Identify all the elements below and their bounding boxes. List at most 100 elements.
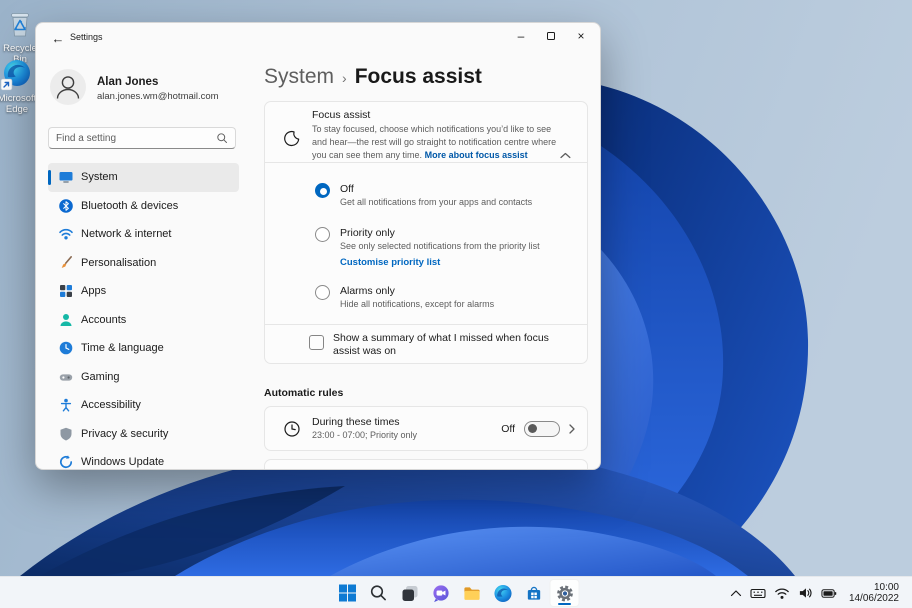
display-icon bbox=[59, 172, 73, 183]
edge-button[interactable] bbox=[488, 579, 518, 607]
sidebar-item-gaming[interactable]: Gaming bbox=[48, 363, 239, 392]
rule-during-these-times[interactable]: During these times 23:00 - 07:00; Priori… bbox=[264, 406, 588, 451]
option-label: Alarms only bbox=[340, 285, 395, 297]
taskbar-center-icons bbox=[333, 579, 580, 607]
shield-icon bbox=[60, 427, 72, 441]
search-icon bbox=[370, 585, 386, 601]
clock-icon bbox=[59, 341, 73, 355]
focus-assist-options: Off Get all notifications from your apps… bbox=[265, 162, 587, 324]
focus-assist-description: To stay focused, choose which notificati… bbox=[312, 123, 560, 161]
minimize-button[interactable]: – bbox=[506, 23, 536, 49]
desktop-icon-label: Microsoft Edge bbox=[0, 93, 37, 115]
focus-assist-title: Focus assist bbox=[312, 109, 371, 121]
taskbar-search-button[interactable] bbox=[364, 579, 394, 607]
maximize-button[interactable] bbox=[536, 23, 566, 49]
more-about-focus-assist-link[interactable]: More about focus assist bbox=[425, 150, 528, 160]
sidebar-item-network-internet[interactable]: Network & internet bbox=[48, 220, 239, 249]
sidebar-nav: System Bluetooth & devices Network & int… bbox=[48, 163, 239, 469]
chevron-up-icon[interactable] bbox=[730, 589, 742, 597]
apps-grid-icon bbox=[60, 285, 72, 298]
tray-date: 14/06/2022 bbox=[848, 593, 899, 604]
breadcrumb-parent[interactable]: System bbox=[264, 65, 334, 89]
chat-button[interactable] bbox=[426, 579, 456, 607]
moon-icon bbox=[284, 130, 300, 147]
avatar[interactable] bbox=[50, 69, 86, 105]
wifi-icon[interactable] bbox=[774, 587, 790, 600]
back-button[interactable]: ← bbox=[46, 27, 70, 49]
task-view-button[interactable] bbox=[395, 579, 425, 607]
clock-outline-icon bbox=[284, 420, 300, 437]
settings-button-active[interactable] bbox=[549, 579, 580, 607]
toggle-switch-off[interactable] bbox=[524, 420, 560, 437]
sidebar-item-label: Gaming bbox=[81, 370, 120, 383]
taskbar: 10:00 14/06/2022 bbox=[0, 576, 912, 608]
wifi-globe-icon bbox=[59, 229, 73, 240]
sidebar-item-label: Time & language bbox=[81, 342, 164, 355]
summary-checkbox-row[interactable]: Show a summary of what I missed when foc… bbox=[265, 324, 587, 363]
sidebar-item-system[interactable]: System bbox=[48, 163, 239, 192]
radio-unselected-icon[interactable] bbox=[315, 285, 330, 300]
settings-gear-icon bbox=[556, 585, 573, 601]
option-priority-only[interactable]: Priority only See only selected notifica… bbox=[265, 209, 587, 274]
search-box[interactable] bbox=[48, 127, 236, 149]
radio-selected-icon[interactable] bbox=[315, 183, 330, 198]
chat-icon bbox=[432, 584, 449, 602]
sidebar-item-label: Network & internet bbox=[81, 228, 172, 241]
sidebar-item-label: Windows Update bbox=[81, 456, 165, 469]
rule-title: During these times bbox=[312, 415, 400, 428]
search-input[interactable] bbox=[56, 132, 216, 144]
option-label: Priority only bbox=[340, 227, 395, 239]
summary-checkbox-label: Show a summary of what I missed when foc… bbox=[333, 332, 549, 357]
gamepad-icon bbox=[59, 374, 73, 381]
radio-unselected-icon[interactable] bbox=[315, 227, 330, 242]
rule-title: When I’m duplicating my bbox=[312, 468, 426, 469]
chevron-up-icon[interactable] bbox=[560, 152, 571, 159]
store-button[interactable] bbox=[519, 579, 549, 607]
profile-name: Alan Jones bbox=[97, 76, 159, 88]
keyboard-icon[interactable] bbox=[750, 586, 766, 600]
search-icon bbox=[217, 133, 227, 143]
sidebar-item-windows-update[interactable]: Windows Update bbox=[48, 448, 239, 469]
desktop: Recycle Bin Microsoft Edge ← Settings – … bbox=[0, 0, 912, 608]
sidebar-item-label: Apps bbox=[81, 285, 107, 298]
file-explorer-button[interactable] bbox=[457, 579, 487, 607]
option-alarms-only[interactable]: Alarms only Hide all notifications, exce… bbox=[265, 274, 587, 324]
volume-icon[interactable] bbox=[798, 586, 813, 600]
breadcrumb-separator-icon: › bbox=[342, 70, 347, 86]
sidebar-item-label: Bluetooth & devices bbox=[81, 199, 179, 212]
rule-when-duplicating-display[interactable]: When I’m duplicating my bbox=[264, 459, 588, 469]
sidebar-item-accounts[interactable]: Accounts bbox=[48, 306, 239, 335]
tray-time: 10:00 bbox=[873, 582, 899, 593]
recycle-bin-icon bbox=[11, 13, 29, 37]
option-description: Get all notifications from your apps and… bbox=[340, 197, 533, 207]
customise-priority-list-link[interactable]: Customise priority list bbox=[340, 257, 540, 268]
sidebar-item-label: System bbox=[81, 171, 118, 184]
desktop-icon-edge[interactable]: Microsoft Edge bbox=[0, 58, 40, 115]
page-title: Focus assist bbox=[354, 65, 482, 88]
checkbox-unchecked-icon[interactable] bbox=[309, 335, 324, 350]
sidebar-item-personalisation[interactable]: Personalisation bbox=[48, 249, 239, 278]
breadcrumb: System › Focus assist bbox=[264, 65, 482, 89]
system-tray: 10:00 14/06/2022 bbox=[730, 577, 912, 608]
sidebar-item-label: Accessibility bbox=[81, 399, 141, 412]
sidebar-item-privacy-security[interactable]: Privacy & security bbox=[48, 420, 239, 449]
close-button[interactable]: × bbox=[566, 23, 596, 49]
start-button[interactable] bbox=[333, 579, 363, 607]
battery-icon[interactable] bbox=[821, 587, 837, 600]
clock[interactable]: 10:00 14/06/2022 bbox=[849, 582, 899, 604]
sidebar-item-bluetooth-devices[interactable]: Bluetooth & devices bbox=[48, 192, 239, 221]
option-description: Hide all notifications, except for alarm… bbox=[340, 299, 495, 309]
chevron-right-icon[interactable] bbox=[569, 423, 575, 434]
focus-assist-expander-header[interactable]: Focus assist To stay focused, choose whi… bbox=[265, 102, 587, 162]
file-explorer-icon bbox=[463, 586, 480, 600]
sidebar-item-accessibility[interactable]: Accessibility bbox=[48, 391, 239, 420]
automatic-rules-heading: Automatic rules bbox=[264, 387, 344, 399]
sidebar-item-time-language[interactable]: Time & language bbox=[48, 334, 239, 363]
option-description: See only selected notifications from the… bbox=[340, 241, 540, 251]
edge-icon bbox=[0, 60, 30, 91]
sidebar-item-apps[interactable]: Apps bbox=[48, 277, 239, 306]
option-off[interactable]: Off Get all notifications from your apps… bbox=[265, 163, 587, 209]
update-icon bbox=[59, 455, 73, 469]
brush-icon bbox=[61, 255, 72, 268]
rule-subtitle: 23:00 - 07:00; Priority only bbox=[312, 429, 418, 440]
